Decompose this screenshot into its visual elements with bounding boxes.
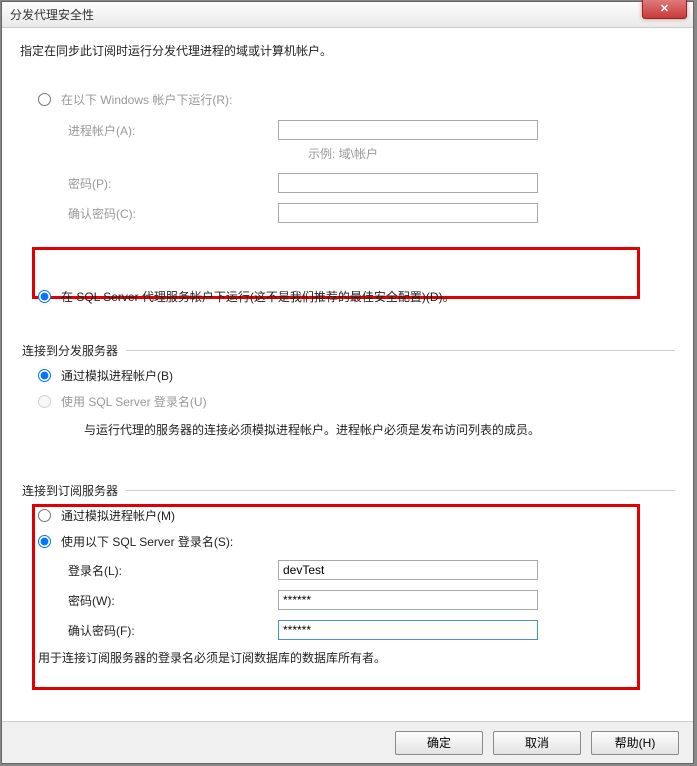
dist-server-section: 通过模拟进程帐户(B) 使用 SQL Server 登录名(U) 与运行代理的服… [38, 365, 675, 438]
radio-dist-sqllogin-label: 使用 SQL Server 登录名(U) [61, 393, 207, 410]
instruction-text: 指定在同步此订阅时运行分发代理进程的域或计算机帐户。 [20, 42, 675, 59]
sub-confirm-row: 确认密码(F): [68, 619, 675, 641]
radio-dist-impersonate[interactable]: 通过模拟进程帐户(B) [38, 365, 675, 385]
radio-windows-label: 在以下 Windows 帐户下运行(R): [61, 91, 232, 108]
dialog-footer: 确定 取消 帮助(H) [2, 721, 693, 763]
sub-note: 用于连接订阅服务器的登录名必须是订阅数据库的数据库所有者。 [38, 649, 675, 666]
sub-header-line [126, 490, 675, 491]
sub-login-row: 登录名(L): [68, 559, 675, 581]
radio-sql-agent[interactable]: 在 SQL Server 代理服务帐户下运行(这不是我们推荐的最佳安全配置)(D… [38, 286, 675, 306]
sub-login-input[interactable] [278, 560, 538, 580]
radio-windows-account[interactable]: 在以下 Windows 帐户下运行(R): [38, 89, 675, 109]
sub-form: 登录名(L): 密码(W): 确认密码(F): [68, 559, 675, 641]
titlebar[interactable]: 分发代理安全性 ✕ [2, 2, 693, 28]
radio-dist-sqllogin-input [38, 395, 51, 408]
close-icon: ✕ [660, 3, 669, 15]
sub-server-header-text: 连接到订阅服务器 [22, 482, 118, 499]
confirm-input [278, 203, 538, 223]
password-label: 密码(P): [68, 175, 278, 192]
radio-windows-input[interactable] [38, 93, 51, 106]
radio-sql-agent-input[interactable] [38, 290, 51, 303]
process-account-hint: 示例: 域\帐户 [308, 145, 675, 162]
radio-sub-impersonate-input[interactable] [38, 509, 51, 522]
process-account-input [278, 120, 538, 140]
dist-server-header: 连接到分发服务器 [22, 342, 675, 359]
password-input [278, 173, 538, 193]
dist-note: 与运行代理的服务器的连接必须模拟进程帐户。进程帐户必须是发布访问列表的成员。 [84, 421, 675, 438]
sub-password-row: 密码(W): [68, 589, 675, 611]
windows-form: 进程帐户(A): 示例: 域\帐户 密码(P): 确认密码(C): [68, 119, 675, 224]
process-account-label: 进程帐户(A): [68, 122, 278, 139]
radio-sub-impersonate[interactable]: 通过模拟进程帐户(M) [38, 505, 675, 525]
confirm-label: 确认密码(C): [68, 205, 278, 222]
sub-login-label: 登录名(L): [68, 562, 278, 579]
confirm-row: 确认密码(C): [68, 202, 675, 224]
cancel-button[interactable]: 取消 [493, 731, 581, 755]
sub-server-header: 连接到订阅服务器 [22, 482, 675, 499]
ok-button[interactable]: 确定 [395, 731, 483, 755]
dist-header-line [126, 350, 675, 351]
sub-confirm-input[interactable] [278, 620, 538, 640]
radio-sql-agent-label: 在 SQL Server 代理服务帐户下运行(这不是我们推荐的最佳安全配置)(D… [61, 288, 455, 305]
dialog-title: 分发代理安全性 [10, 6, 94, 23]
sub-password-label: 密码(W): [68, 592, 278, 609]
radio-dist-impersonate-label: 通过模拟进程帐户(B) [61, 367, 173, 384]
close-button[interactable]: ✕ [642, 0, 687, 19]
dialog-content: 指定在同步此订阅时运行分发代理进程的域或计算机帐户。 在以下 Windows 帐… [2, 28, 693, 666]
radio-sub-sqllogin[interactable]: 使用以下 SQL Server 登录名(S): [38, 531, 675, 551]
sub-server-section: 通过模拟进程帐户(M) 使用以下 SQL Server 登录名(S): 登录名(… [38, 505, 675, 666]
radio-sub-impersonate-label: 通过模拟进程帐户(M) [61, 507, 175, 524]
dialog-window: 分发代理安全性 ✕ 指定在同步此订阅时运行分发代理进程的域或计算机帐户。 在以下… [1, 1, 694, 764]
sub-confirm-label: 确认密码(F): [68, 622, 278, 639]
dist-server-header-text: 连接到分发服务器 [22, 342, 118, 359]
radio-sub-sqllogin-input[interactable] [38, 535, 51, 548]
radio-sub-sqllogin-label: 使用以下 SQL Server 登录名(S): [61, 533, 233, 550]
radio-dist-sqllogin: 使用 SQL Server 登录名(U) [38, 391, 675, 411]
password-row: 密码(P): [68, 172, 675, 194]
sub-password-input[interactable] [278, 590, 538, 610]
radio-dist-impersonate-input[interactable] [38, 369, 51, 382]
process-account-row: 进程帐户(A): [68, 119, 675, 141]
run-as-section: 在以下 Windows 帐户下运行(R): 进程帐户(A): 示例: 域\帐户 … [38, 89, 675, 306]
help-button[interactable]: 帮助(H) [591, 731, 679, 755]
